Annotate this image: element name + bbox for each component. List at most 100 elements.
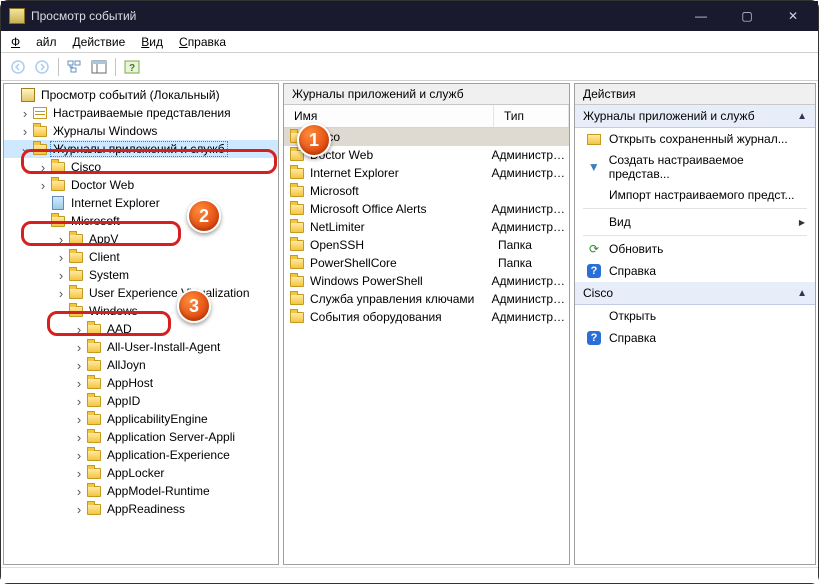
folder-open-icon [587,134,601,145]
nav-back-button[interactable] [7,56,29,78]
list-row[interactable]: Internet ExplorerАдминистр… [284,164,569,182]
app-icon [9,8,25,24]
toolbar-panel-button[interactable] [88,56,110,78]
toolbar-separator [115,58,116,76]
tree-custom-views[interactable]: Настраиваемые представления [4,104,278,122]
tree-pane: Просмотр событий (Локальный) Настраиваем… [3,83,279,565]
list-pane-header: Журналы приложений и служб [284,84,569,105]
tree-body[interactable]: Просмотр событий (Локальный) Настраиваем… [4,84,278,564]
toolbar: ? [1,53,818,81]
refresh-icon: ⟳ [585,241,603,257]
list-row[interactable]: Microsoft Office AlertsАдминистр… [284,200,569,218]
collapse-icon[interactable] [18,142,32,156]
tree-appv[interactable]: AppV [4,230,278,248]
tree-applicabilityengine[interactable]: ApplicabilityEngine [4,410,278,428]
list-row[interactable]: NetLimiterАдминистр… [284,218,569,236]
titlebar: Просмотр событий — ▢ ✕ [1,1,818,31]
list-row[interactable]: Windows PowerShellАдминистр… [284,272,569,290]
tree-appexperience[interactable]: Application-Experience [4,446,278,464]
nav-forward-button[interactable] [31,56,53,78]
col-name[interactable]: Имя [284,105,494,127]
action-view[interactable]: Вид [575,211,815,233]
folder-icon [290,186,304,197]
expand-icon[interactable] [18,106,32,121]
list-row[interactable]: Microsoft [284,182,569,200]
actions-header: Действия [575,84,815,105]
list-row[interactable]: OpenSSHПапка [284,236,569,254]
list-row[interactable]: Служба управления ключамиАдминистр… [284,290,569,308]
action-open[interactable]: Открыть [575,305,815,327]
tree-root[interactable]: Просмотр событий (Локальный) [4,86,278,104]
collapse-icon[interactable]: ▲ [797,288,807,299]
list-column-header: Имя Тип [284,105,569,128]
tree-apphost[interactable]: AppHost [4,374,278,392]
minimize-button[interactable]: — [678,1,724,31]
collapse-icon[interactable]: ▲ [797,111,807,122]
tree-windows[interactable]: Windows [4,302,278,320]
close-button[interactable]: ✕ [770,1,816,31]
book-icon [21,88,35,102]
help-icon: ? [587,331,601,345]
tree-doctorweb[interactable]: Doctor Web [4,176,278,194]
folder-icon [290,240,304,251]
toolbar-separator [58,58,59,76]
folder-icon [290,150,304,161]
tree-windows-logs[interactable]: Журналы Windows [4,122,278,140]
menu-action[interactable]: Действие [67,33,132,51]
list-row[interactable]: Doctor WebАдминистр… [284,146,569,164]
log-icon [52,196,64,210]
menu-file[interactable]: Файл [5,33,63,51]
toolbar-tree-button[interactable] [64,56,86,78]
action-refresh[interactable]: ⟳ Обновить [575,238,815,260]
menu-help[interactable]: Справка [173,33,232,51]
filter-icon: ▼ [585,159,603,175]
folder-icon [290,204,304,215]
menu-view[interactable]: Вид [135,33,169,51]
tree-alluserinstall[interactable]: All-User-Install-Agent [4,338,278,356]
folder-icon [33,126,47,137]
action-help2[interactable]: ? Справка [575,327,815,349]
action-open-saved-log[interactable]: Открыть сохраненный журнал... [575,128,815,150]
tree-applocker[interactable]: AppLocker [4,464,278,482]
action-create-custom-view[interactable]: ▼ Создать настраиваемое представ... [575,150,815,184]
action-import-custom-view[interactable]: Импорт настраиваемого предст... [575,184,815,206]
actions-group-app-services[interactable]: Журналы приложений и служб ▲ [575,105,815,128]
folder-icon [290,168,304,179]
list-body[interactable]: Имя Тип CiscoDoctor WebАдминистр…Interne… [284,105,569,564]
tree-appid[interactable]: AppID [4,392,278,410]
tree-uev[interactable]: User Experience Virtualization [4,284,278,302]
tree-system[interactable]: System [4,266,278,284]
tree-aad[interactable]: AAD [4,320,278,338]
tree-microsoft[interactable]: Microsoft [4,212,278,230]
menubar: Файл Действие Вид Справка [1,31,818,53]
folder-icon [290,294,304,305]
tree-alljoyn[interactable]: AllJoyn [4,356,278,374]
actions-pane: Действия Журналы приложений и служб ▲ От… [574,83,816,565]
tree-client[interactable]: Client [4,248,278,266]
folder-icon [290,276,304,287]
list-row[interactable]: Cisco [284,128,569,146]
tree-app-services[interactable]: Журналы приложений и служб [4,140,278,158]
folder-icon [33,144,47,155]
list-pane: Журналы приложений и служб Имя Тип Cisco… [283,83,570,565]
col-type[interactable]: Тип [494,105,569,127]
window-title: Просмотр событий [31,9,678,23]
toolbar-help-button[interactable]: ? [121,56,143,78]
list-rows: CiscoDoctor WebАдминистр…Internet Explor… [284,128,569,326]
actions-group-cisco[interactable]: Cisco ▲ [575,282,815,305]
actions-body: Журналы приложений и служб ▲ Открыть сох… [575,105,815,564]
content-area: Просмотр событий (Локальный) Настраиваем… [1,81,818,567]
tree-ie[interactable]: Internet Explorer [4,194,278,212]
folder-icon [290,132,304,143]
help-icon: ? [587,264,601,278]
tree-appserverapp[interactable]: Application Server-Appli [4,428,278,446]
tree-appmodelruntime[interactable]: AppModel-Runtime [4,482,278,500]
list-row[interactable]: PowerShellCoreПапка [284,254,569,272]
action-help[interactable]: ? Справка [575,260,815,282]
tree-appreadiness[interactable]: AppReadiness [4,500,278,518]
list-row[interactable]: События оборудованияАдминистр… [284,308,569,326]
tree-cisco[interactable]: Cisco [4,158,278,176]
expand-icon[interactable] [18,124,32,139]
folder-icon [290,312,304,323]
maximize-button[interactable]: ▢ [724,1,770,31]
